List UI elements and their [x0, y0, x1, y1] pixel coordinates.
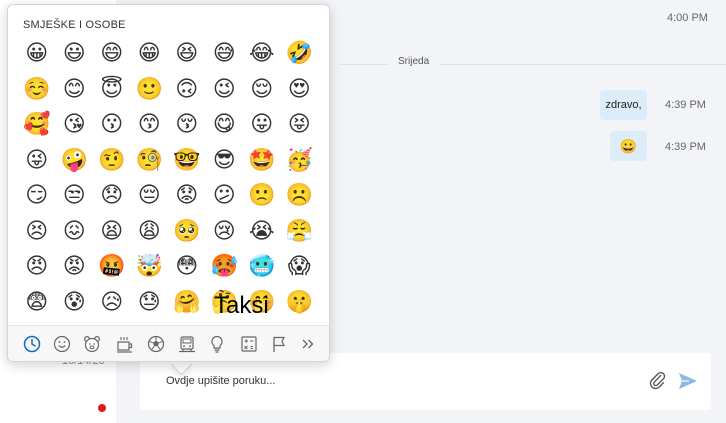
coffee-icon[interactable]: [115, 334, 135, 354]
emoji-button[interactable]: 🤗: [168, 285, 206, 321]
emoji-button[interactable]: 😍: [281, 72, 319, 108]
emoji-button[interactable]: 🥰: [18, 107, 56, 143]
emoji-button[interactable]: 😌: [243, 72, 281, 108]
emoji-button[interactable]: 😚: [168, 107, 206, 143]
emoji-button[interactable]: 🤯: [131, 249, 169, 285]
emoji-button[interactable]: 😃: [56, 36, 94, 72]
emoji-button[interactable]: 😟: [168, 178, 206, 214]
emoji-button[interactable]: 😒: [56, 178, 94, 214]
emoji-button[interactable]: 😇: [93, 72, 131, 108]
flag-icon[interactable]: [269, 334, 289, 354]
emoji-button[interactable]: 😀: [18, 36, 56, 72]
emoji-button[interactable]: 😂: [243, 36, 281, 72]
paperclip-icon[interactable]: [646, 369, 668, 393]
emoji-button[interactable]: 🙃: [168, 72, 206, 108]
emoji-button[interactable]: 😝: [281, 107, 319, 143]
emoji-button[interactable]: 😁: [131, 36, 169, 72]
emoji-grid: 😀 😃 😄 😁 😆 😅 😂 🤣 ☺️ 😊 😇 🙂 🙃 😉 😌 😍 🥰 😘 😗 😙 😚 😋 😛 😝 😜 🤪 🤨 🧐 🤓 😎 🤩 🥳 😏 😒 😞 😔 😟 😕 🙁…: [18, 36, 318, 320]
emoji-button[interactable]: 🙁: [243, 178, 281, 214]
emoji-button[interactable]: 😕: [206, 178, 244, 214]
message-timestamp: 4:39 PM: [665, 99, 706, 111]
emoji-button[interactable]: 😗: [93, 107, 131, 143]
emoji-button[interactable]: 😳: [168, 249, 206, 285]
day-divider-label: Srijeda: [388, 56, 440, 67]
message-bubble[interactable]: zdravo,: [600, 90, 647, 120]
emoji-button[interactable]: 😎: [206, 143, 244, 179]
smiley-icon[interactable]: [52, 334, 72, 354]
emoji-category-bar: [8, 325, 329, 361]
emoji-button[interactable]: 😥: [93, 285, 131, 321]
emoji-button[interactable]: 😅: [206, 36, 244, 72]
emoji-button[interactable]: 🥳: [281, 143, 319, 179]
emoji-button[interactable]: 😢: [206, 214, 244, 250]
emoji-button[interactable]: 🤬: [93, 249, 131, 285]
symbols-icon[interactable]: [239, 334, 259, 354]
bear-icon[interactable]: [82, 334, 102, 354]
emoji-button[interactable]: 🥺: [168, 214, 206, 250]
bus-icon[interactable]: [177, 334, 197, 354]
chevrons-right-icon[interactable]: [298, 334, 318, 354]
emoji-button[interactable]: 😙: [131, 107, 169, 143]
emoji-button[interactable]: 🤓: [168, 143, 206, 179]
emoji-button[interactable]: 😔: [131, 178, 169, 214]
emoji-button[interactable]: 🥶: [243, 249, 281, 285]
emoji-button[interactable]: 🤪: [56, 143, 94, 179]
emoji-button[interactable]: 😏: [18, 178, 56, 214]
emoji-button[interactable]: 🧐: [131, 143, 169, 179]
emoji-button[interactable]: 😰: [56, 285, 94, 321]
emoji-button[interactable]: 😣: [18, 214, 56, 250]
emoji-button[interactable]: 🤣: [281, 36, 319, 72]
lightbulb-icon[interactable]: [207, 334, 227, 354]
message-text: 😀: [619, 137, 638, 154]
message-input[interactable]: [166, 375, 496, 387]
emoji-button[interactable]: 😄: [93, 36, 131, 72]
unread-indicator: [98, 404, 106, 412]
emoji-button[interactable]: 😫: [93, 214, 131, 250]
emoji-button[interactable]: 😆: [168, 36, 206, 72]
emoji-button[interactable]: 😨: [18, 285, 56, 321]
emoji-button[interactable]: 😱: [281, 249, 319, 285]
emoji-button[interactable]: 🤩: [243, 143, 281, 179]
emoji-button[interactable]: 😡: [56, 249, 94, 285]
emoji-button[interactable]: 😤: [281, 214, 319, 250]
emoji-tooltip: Taksi: [214, 292, 269, 319]
emoji-button[interactable]: 😘: [56, 107, 94, 143]
emoji-picker: SMJEŠKE I OSOBE 😀 😃 😄 😁 😆 😅 😂 🤣 ☺️ 😊 😇 🙂 🙃 😉 😌 😍 🥰 😘 😗 😙 😚 😋 😛…: [7, 4, 330, 362]
soccer-ball-icon[interactable]: [146, 334, 166, 354]
emoji-button[interactable]: ☹️: [281, 178, 319, 214]
emoji-button[interactable]: 🥵: [206, 249, 244, 285]
emoji-button[interactable]: 😩: [131, 214, 169, 250]
emoji-button[interactable]: ☺️: [18, 72, 56, 108]
emoji-button[interactable]: 😊: [56, 72, 94, 108]
emoji-button[interactable]: 🤨: [93, 143, 131, 179]
emoji-button[interactable]: 🙂: [131, 72, 169, 108]
emoji-button[interactable]: 😞: [93, 178, 131, 214]
emoji-button[interactable]: 😜: [18, 143, 56, 179]
emoji-button[interactable]: 😋: [206, 107, 244, 143]
emoji-button[interactable]: 😉: [206, 72, 244, 108]
emoji-button[interactable]: 😛: [243, 107, 281, 143]
clock-icon[interactable]: [22, 334, 42, 354]
emoji-category-title: SMJEŠKE I OSOBE: [23, 19, 126, 31]
emoji-button[interactable]: 🤫: [281, 285, 319, 321]
emoji-button[interactable]: 😖: [56, 214, 94, 250]
emoji-button[interactable]: 😠: [18, 249, 56, 285]
emoji-button[interactable]: 😓: [131, 285, 169, 321]
emoji-button[interactable]: 😭: [243, 214, 281, 250]
message-bubble[interactable]: 😀: [610, 131, 647, 161]
message-timestamp: 4:39 PM: [665, 141, 706, 153]
message-timestamp: 4:00 PM: [667, 12, 708, 24]
message-text: zdravo,: [605, 99, 642, 111]
send-icon[interactable]: [676, 369, 700, 393]
